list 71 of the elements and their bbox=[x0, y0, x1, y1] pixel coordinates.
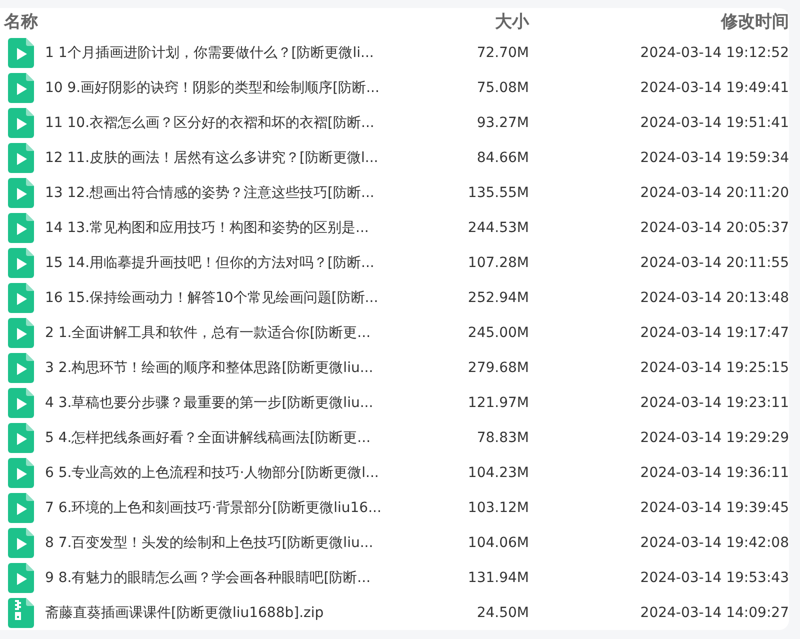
video-file-icon bbox=[8, 422, 34, 452]
file-name[interactable]: 12 11.皮肤的画法！居然有这么多讲究？[防断更微l... bbox=[45, 148, 425, 166]
video-file-icon bbox=[8, 38, 34, 68]
file-size: 84.66M bbox=[476, 150, 529, 166]
file-size: 107.28M bbox=[466, 254, 529, 270]
modified-time: 2024-03-14 19:53:43 bbox=[639, 570, 789, 586]
video-file-icon bbox=[8, 282, 34, 312]
file-size: 24.50M bbox=[476, 604, 529, 620]
file-size: 131.94M bbox=[466, 570, 529, 586]
file-size: 244.53M bbox=[466, 220, 529, 236]
modified-time: 2024-03-14 19:59:34 bbox=[639, 150, 789, 166]
video-file-icon bbox=[8, 72, 34, 102]
modified-time: 2024-03-14 19:23:11 bbox=[639, 394, 789, 410]
file-name[interactable]: 15 14.用临摹提升画技吧！但你的方法对吗？[防断... bbox=[45, 254, 425, 272]
video-file-icon bbox=[8, 248, 34, 278]
video-file-icon bbox=[8, 528, 34, 558]
video-file-icon bbox=[8, 108, 34, 138]
modified-time: 2024-03-14 19:36:11 bbox=[639, 464, 789, 480]
file-size: 279.68M bbox=[466, 360, 529, 376]
file-size: 93.27M bbox=[476, 114, 529, 130]
file-name[interactable]: 7 6.环境的上色和刻画技巧·背景部分[防断更微liu16... bbox=[45, 498, 425, 516]
file-name[interactable]: 14 13.常见构图和应用技巧！构图和姿势的区别是... bbox=[45, 218, 425, 236]
file-name[interactable]: 2 1.全面讲解工具和软件，总有一款适合你[防断更... bbox=[45, 324, 425, 342]
modified-time: 2024-03-14 19:12:52 bbox=[639, 44, 789, 60]
modified-time: 2024-03-14 14:09:27 bbox=[639, 604, 789, 620]
modified-time: 2024-03-14 20:11:20 bbox=[639, 184, 789, 200]
file-name[interactable]: 4 3.草稿也要分步骤？最重要的第一步[防断更微liu... bbox=[45, 394, 425, 412]
time-header[interactable]: 修改时间 bbox=[529, 10, 789, 33]
modified-time: 2024-03-14 20:11:55 bbox=[639, 254, 789, 270]
video-file-icon bbox=[8, 458, 34, 488]
video-file-icon bbox=[8, 318, 34, 348]
file-size: 121.97M bbox=[466, 394, 529, 410]
file-size: 103.12M bbox=[466, 500, 529, 516]
file-name[interactable]: 13 12.想画出符合情感的姿势？注意这些技巧[防断... bbox=[45, 184, 425, 202]
file-size: 72.70M bbox=[476, 44, 529, 60]
modified-time: 2024-03-14 19:42:08 bbox=[639, 534, 789, 550]
video-file-icon bbox=[8, 492, 34, 522]
video-file-icon bbox=[8, 142, 34, 172]
video-file-icon bbox=[8, 352, 34, 382]
video-file-icon bbox=[8, 388, 34, 418]
file-size: 75.08M bbox=[476, 80, 529, 96]
file-size: 104.06M bbox=[466, 534, 529, 550]
modified-time: 2024-03-14 19:17:47 bbox=[639, 324, 789, 340]
file-name[interactable]: 8 7.百变发型！头发的绘制和上色技巧[防断更微liu... bbox=[45, 534, 425, 552]
file-name[interactable]: 斋藤直葵插画课课件[防断更微liu1688b].zip bbox=[45, 604, 425, 622]
file-size: 135.55M bbox=[466, 184, 529, 200]
modified-time: 2024-03-14 20:13:48 bbox=[639, 290, 789, 306]
name-header[interactable]: 名称 bbox=[0, 10, 425, 33]
modified-time: 2024-03-14 20:05:37 bbox=[639, 220, 789, 236]
modified-time: 2024-03-14 19:51:41 bbox=[639, 114, 789, 130]
file-size: 245.00M bbox=[466, 324, 529, 340]
zip-file-icon bbox=[8, 598, 34, 628]
modified-time: 2024-03-14 19:49:41 bbox=[639, 80, 789, 96]
file-size: 104.23M bbox=[466, 464, 529, 480]
file-name[interactable]: 11 10.衣褶怎么画？区分好的衣褶和坏的衣褶[防断... bbox=[45, 114, 425, 132]
modified-time: 2024-03-14 19:25:15 bbox=[639, 360, 789, 376]
file-size: 78.83M bbox=[476, 430, 529, 446]
file-name[interactable]: 6 5.专业高效的上色流程和技巧·人物部分[防断更微l... bbox=[45, 464, 425, 482]
file-name[interactable]: 1 1个月插画进阶计划，你需要做什么？[防断更微li... bbox=[45, 44, 425, 62]
file-name[interactable]: 3 2.构思环节！绘画的顺序和整体思路[防断更微liu... bbox=[45, 358, 425, 376]
video-file-icon bbox=[8, 212, 34, 242]
video-file-icon bbox=[8, 562, 34, 592]
video-file-icon bbox=[8, 178, 34, 208]
file-name[interactable]: 10 9.画好阴影的诀窍！阴影的类型和绘制顺序[防断... bbox=[45, 78, 425, 96]
file-size: 252.94M bbox=[466, 290, 529, 306]
modified-time: 2024-03-14 19:39:45 bbox=[639, 500, 789, 516]
file-name[interactable]: 5 4.怎样把线条画好看？全面讲解线稿画法[防断更... bbox=[45, 428, 425, 446]
file-name[interactable]: 9 8.有魅力的眼睛怎么画？学会画各种眼睛吧[防断... bbox=[45, 568, 425, 586]
size-header[interactable]: 大小 bbox=[425, 10, 529, 33]
file-name[interactable]: 16 15.保持绘画动力！解答10个常见绘画问题[防断... bbox=[45, 288, 425, 306]
modified-time: 2024-03-14 19:29:29 bbox=[639, 430, 789, 446]
